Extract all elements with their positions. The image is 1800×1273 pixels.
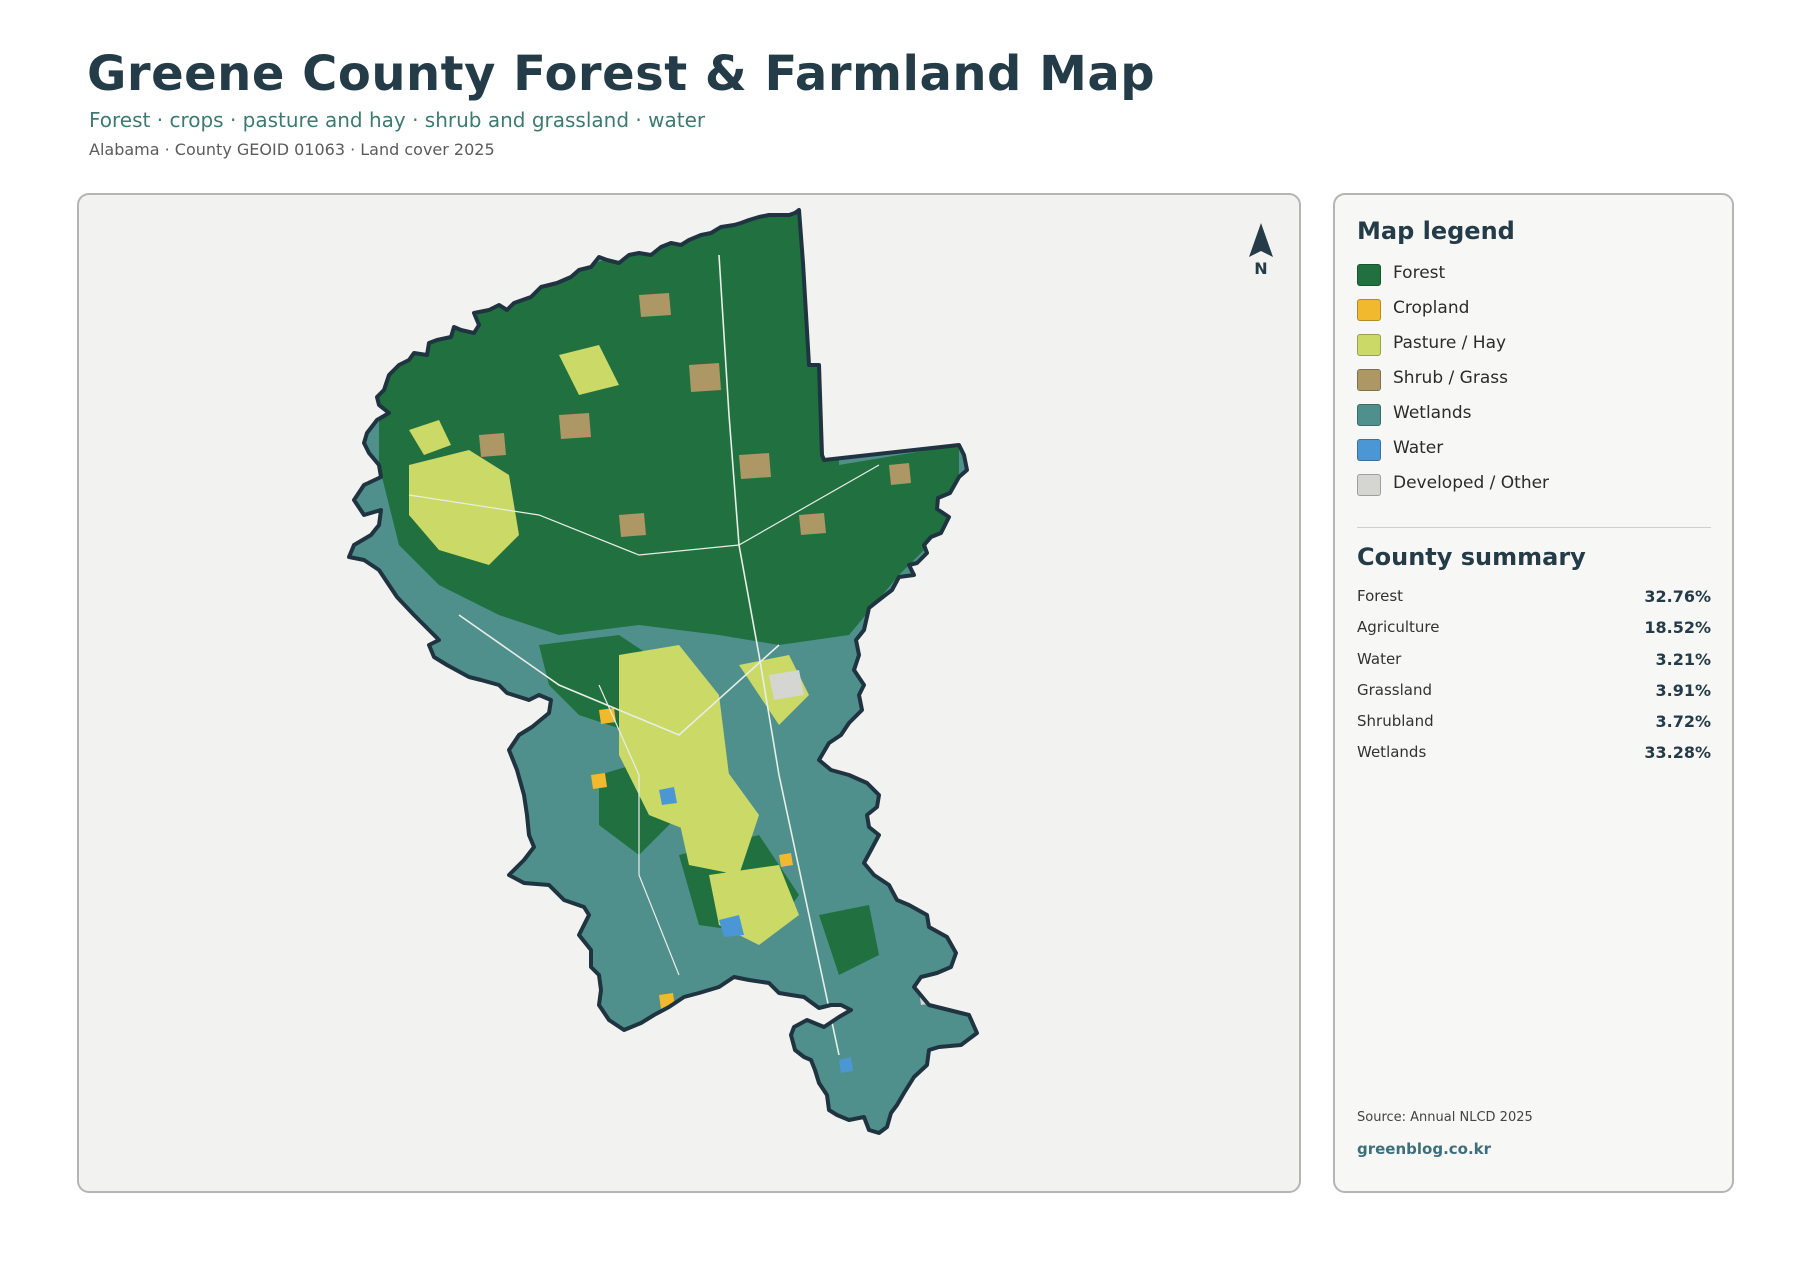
pasture-swatch — [1357, 334, 1381, 356]
divider — [1357, 527, 1711, 528]
legend-label: Pasture / Hay — [1393, 333, 1507, 353]
summary-row-agriculture: Agriculture 18.52% — [1357, 618, 1711, 649]
cropland-spot-4 — [779, 853, 793, 867]
summary-title: County summary — [1357, 543, 1586, 571]
summary-row-forest: Forest 32.76% — [1357, 587, 1711, 618]
north-arrow: N — [1231, 223, 1291, 278]
summary-label: Shrubland — [1357, 712, 1434, 731]
legend-item-wetlands: Wetlands — [1357, 403, 1549, 438]
side-panel: Map legend Forest Cropland Pasture / Hay… — [1333, 193, 1734, 1193]
legend-label: Wetlands — [1393, 403, 1472, 423]
legend-label: Cropland — [1393, 298, 1470, 318]
forest-area-north — [379, 210, 959, 645]
wetlands-swatch — [1357, 404, 1381, 426]
legend-label: Forest — [1393, 263, 1446, 283]
summary-label: Water — [1357, 649, 1402, 668]
legend-item-forest: Forest — [1357, 263, 1549, 298]
legend-item-water: Water — [1357, 438, 1549, 473]
legend-label: Developed / Other — [1393, 473, 1550, 493]
developed-area-center — [769, 670, 804, 700]
shrub-patch-4 — [739, 453, 771, 479]
shrub-patch-5 — [619, 513, 646, 537]
water-spot-2 — [659, 787, 677, 805]
shrub-patch-7 — [479, 433, 506, 457]
page-title: Greene County Forest & Farmland Map — [87, 46, 1156, 102]
summary-label: Wetlands — [1357, 743, 1427, 762]
legend-title: Map legend — [1357, 217, 1515, 245]
legend-item-developed: Developed / Other — [1357, 473, 1549, 508]
legend-list: Forest Cropland Pasture / Hay Shrub / Gr… — [1357, 263, 1549, 508]
forest-swatch — [1357, 264, 1381, 286]
summary-value: 33.28% — [1644, 743, 1711, 763]
summary-label: Forest — [1357, 587, 1404, 605]
legend-label: Shrub / Grass — [1393, 368, 1508, 388]
summary-row-wetlands: Wetlands 33.28% — [1357, 743, 1711, 774]
legend-item-pasture: Pasture / Hay — [1357, 333, 1549, 368]
water-swatch — [1357, 439, 1381, 461]
summary-row-shrubland: Shrubland 3.72% — [1357, 712, 1711, 743]
summary-label: Agriculture — [1357, 618, 1440, 637]
shrub-patch-3 — [559, 413, 591, 439]
north-label: N — [1254, 259, 1268, 278]
map-panel[interactable]: N — [77, 193, 1301, 1193]
summary-value: 3.21% — [1655, 649, 1711, 669]
shrub-patch-6 — [799, 513, 826, 535]
legend-label: Water — [1393, 438, 1444, 458]
cropland-spot-1 — [599, 708, 616, 724]
summary-row-water: Water 3.21% — [1357, 650, 1711, 681]
summary-value: 18.52% — [1644, 618, 1711, 638]
summary-value: 3.91% — [1655, 680, 1711, 700]
summary-value: 32.76% — [1644, 587, 1711, 606]
shrub-swatch — [1357, 369, 1381, 391]
shrub-patch-1 — [639, 293, 671, 317]
summary-label: Grassland — [1357, 680, 1432, 699]
legend-item-shrub: Shrub / Grass — [1357, 368, 1549, 403]
source-note: Source: Annual NLCD 2025 — [1357, 1110, 1533, 1125]
summary-row-grassland: Grassland 3.91% — [1357, 681, 1711, 712]
page-subtitle: Forest · crops · pasture and hay · shrub… — [89, 108, 706, 132]
county-map[interactable] — [79, 195, 1301, 1193]
north-arrow-icon — [1249, 223, 1273, 257]
shrub-patch-2 — [689, 363, 721, 392]
pasture-area-northeast — [819, 405, 879, 445]
summary-value: 3.72% — [1655, 712, 1711, 732]
cropland-swatch — [1357, 299, 1381, 321]
credit-link[interactable]: greenblog.co.kr — [1357, 1140, 1491, 1158]
summary-list: Forest 32.76% Agriculture 18.52% Water 3… — [1357, 587, 1711, 775]
page-meta: Alabama · County GEOID 01063 · Land cove… — [89, 140, 495, 159]
cropland-spot-2 — [591, 773, 607, 789]
shrub-patch-8 — [889, 463, 911, 485]
legend-item-cropland: Cropland — [1357, 298, 1549, 333]
developed-swatch — [1357, 474, 1381, 496]
